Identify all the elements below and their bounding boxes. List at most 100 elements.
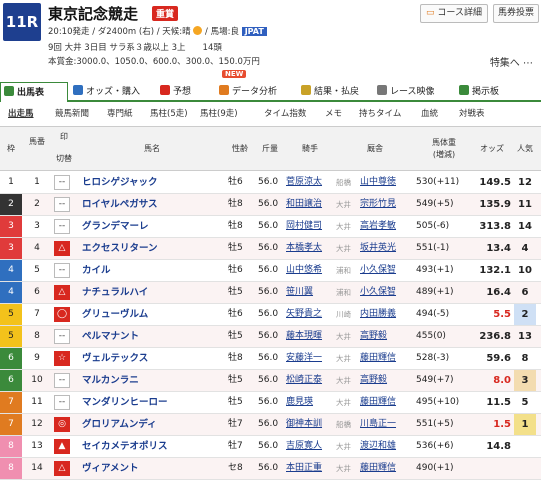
mark-toggle[interactable]: -- xyxy=(54,263,70,278)
tab-1[interactable]: オッズ・購入 xyxy=(70,82,155,102)
horse-name-link[interactable]: マルカンラニ xyxy=(82,370,222,391)
jockey-link[interactable]: 御神本訓 xyxy=(286,414,330,435)
subtab-8[interactable]: 血統 xyxy=(421,105,438,123)
jockey-link[interactable]: 吉原寛人 xyxy=(286,436,330,457)
odds-value[interactable]: 132.1 xyxy=(473,260,511,281)
horse-name-link[interactable]: ペルマナント xyxy=(82,326,222,347)
jockey-link[interactable]: 松崎正泰 xyxy=(286,370,330,391)
trainer-link[interactable]: 山中尊徳 xyxy=(360,172,410,193)
odds-value[interactable]: 236.8 xyxy=(473,326,511,347)
mark-toggle[interactable]: -- xyxy=(54,329,70,344)
subtab-9[interactable]: 対戦表 xyxy=(459,105,485,123)
jockey-link[interactable]: 笹川翼 xyxy=(286,282,330,303)
odds-value[interactable]: 149.5 xyxy=(473,172,511,193)
tab-5[interactable]: レース映像 xyxy=(374,82,454,102)
mark-toggle[interactable]: △ xyxy=(54,285,70,300)
tab-3[interactable]: データ分析 xyxy=(216,82,296,102)
odds-value[interactable]: 14.8 xyxy=(473,436,511,457)
odds-value[interactable]: 313.8 xyxy=(473,216,511,237)
mark-toggle[interactable]: -- xyxy=(54,373,70,388)
body-weight: 505(-6) xyxy=(416,221,450,231)
trainer-link[interactable]: 小久保智 xyxy=(360,282,410,303)
sex-age: 牡5 xyxy=(228,375,243,385)
odds-value[interactable]: 1.5 xyxy=(473,414,511,435)
subtab-5[interactable]: タイム指数 xyxy=(264,105,306,123)
jockey-link[interactable]: 鹿見瑛 xyxy=(286,392,330,413)
jockey-link[interactable]: 本橋孝太 xyxy=(286,238,330,259)
odds-value[interactable]: 16.4 xyxy=(473,282,511,303)
carried-weight: 56.0 xyxy=(258,331,279,341)
horse-name-link[interactable]: ヴェルテックス xyxy=(82,348,222,369)
horse-name-link[interactable]: グリューヴルム xyxy=(82,304,222,325)
horse-name-link[interactable]: ナチュラルハイ xyxy=(82,282,222,303)
jockey-link[interactable]: 矢野貴之 xyxy=(286,304,330,325)
mark-toggle[interactable]: ☆ xyxy=(54,351,70,366)
trainer-link[interactable]: 宗形竹見 xyxy=(360,194,410,215)
horse-number: 14 xyxy=(31,463,43,473)
odds-value[interactable]: 5.5 xyxy=(473,304,511,325)
trainer-link[interactable]: 高野毅 xyxy=(360,326,410,347)
trainer-link[interactable]: 渡辺和雄 xyxy=(360,436,410,457)
trainer-link[interactable]: 高岩孝敏 xyxy=(360,216,410,237)
carried-weight: 56.0 xyxy=(258,243,279,253)
odds-value[interactable]: 13.4 xyxy=(473,238,511,259)
trainer-link[interactable]: 川島正一 xyxy=(360,414,410,435)
carried-weight: 56.0 xyxy=(258,221,279,231)
odds-value[interactable]: 8.0 xyxy=(473,370,511,391)
horse-name-link[interactable]: セイカメテオポリス xyxy=(82,436,222,457)
subtab-6[interactable]: メモ xyxy=(325,105,342,123)
trainer-link[interactable]: 高野毅 xyxy=(360,370,410,391)
trainer-link[interactable]: 内田勝義 xyxy=(360,304,410,325)
jockey-link[interactable]: 山中悠希 xyxy=(286,260,330,281)
horse-number: 6 xyxy=(34,287,40,297)
subtab-0[interactable]: 出走馬 xyxy=(8,105,34,123)
body-weight: 549(+5) xyxy=(416,199,454,209)
horse-name-link[interactable]: ヴィアメント xyxy=(82,458,222,479)
trainer-link[interactable]: 藤田輝信 xyxy=(360,392,410,413)
subtab-1[interactable]: 競馬新聞 xyxy=(55,105,89,123)
jockey-link[interactable]: 本田正重 xyxy=(286,458,330,479)
jockey-link[interactable]: 安藤洋一 xyxy=(286,348,330,369)
odds-value[interactable] xyxy=(473,458,511,479)
trainer-link[interactable]: 坂井英光 xyxy=(360,238,410,259)
subtab-3[interactable]: 馬柱(5走) xyxy=(150,105,188,123)
mark-toggle[interactable]: △ xyxy=(54,461,70,476)
horse-name-link[interactable]: グロリアムンディ xyxy=(82,414,222,435)
tab-2[interactable]: 予想 xyxy=(157,82,214,102)
tab-4[interactable]: 結果・払戻 xyxy=(298,82,372,102)
tab-0[interactable]: 出馬表 xyxy=(0,82,68,102)
tab-6[interactable]: 掲示板 xyxy=(456,82,541,102)
subtab-4[interactable]: 馬柱(9走) xyxy=(200,105,238,123)
mark-toggle[interactable]: -- xyxy=(54,219,70,234)
horse-name-link[interactable]: マンダリンヒーロー xyxy=(82,392,222,413)
baken-button[interactable]: 馬券投票 xyxy=(493,4,539,23)
odds-value[interactable]: 135.9 xyxy=(473,194,511,215)
horse-name-link[interactable]: ヒロシゲジャック xyxy=(82,172,222,193)
jockey-link[interactable]: 菅原涼太 xyxy=(286,172,330,193)
course-detail-button[interactable]: ▭ コース詳細 xyxy=(420,4,488,23)
odds-value[interactable]: 11.5 xyxy=(473,392,511,413)
col-switch[interactable]: 切替 xyxy=(52,153,76,164)
odds-value[interactable]: 59.6 xyxy=(473,348,511,369)
mark-toggle[interactable]: -- xyxy=(54,197,70,212)
horse-name-link[interactable]: カイル xyxy=(82,260,222,281)
subtab-7[interactable]: 持ちタイム xyxy=(359,105,401,123)
jockey-link[interactable]: 和田譲治 xyxy=(286,194,330,215)
trainer-link[interactable]: 藤田輝信 xyxy=(360,348,410,369)
trainer-link[interactable]: 小久保智 xyxy=(360,260,410,281)
subtab-2[interactable]: 専門紙 xyxy=(107,105,133,123)
horse-name-link[interactable]: グランデマーレ xyxy=(82,216,222,237)
carried-weight: 56.0 xyxy=(258,265,279,275)
mark-toggle[interactable]: △ xyxy=(54,241,70,256)
mark-toggle[interactable]: -- xyxy=(54,395,70,410)
horse-name-link[interactable]: ロイヤルペガサス xyxy=(82,194,222,215)
jockey-link[interactable]: 岡村健司 xyxy=(286,216,330,237)
mark-toggle[interactable]: ▲ xyxy=(54,439,70,454)
mark-toggle[interactable]: -- xyxy=(54,175,70,190)
special-link[interactable]: 特集へ ⋯ xyxy=(490,54,533,69)
trainer-link[interactable]: 藤田輝信 xyxy=(360,458,410,479)
mark-toggle[interactable]: ◎ xyxy=(54,417,70,432)
mark-toggle[interactable]: ◯ xyxy=(54,307,70,322)
horse-name-link[interactable]: エクセスリターン xyxy=(82,238,222,259)
jockey-link[interactable]: 藤本現暉 xyxy=(286,326,330,347)
